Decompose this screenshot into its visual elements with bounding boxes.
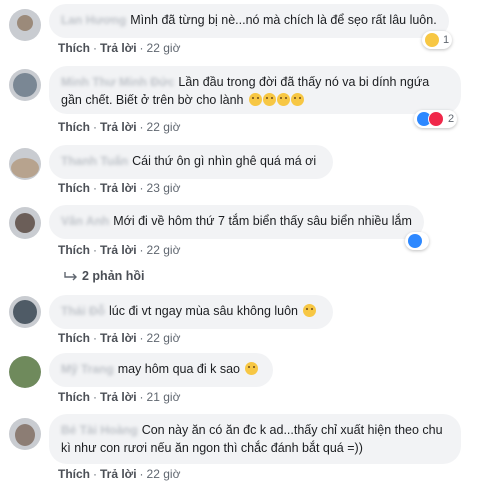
timestamp[interactable]: 22 giờ <box>147 243 181 257</box>
avatar[interactable] <box>9 9 41 41</box>
reaction-count: 1 <box>443 34 450 46</box>
commenter-name[interactable]: Bé Tài Hoàng <box>61 423 138 437</box>
comment-actions: Thích · Trả lời · 22 giờ <box>58 120 181 134</box>
comment-actions: Thích · Trả lời · 22 giờ <box>58 331 181 345</box>
reply-link[interactable]: Trả lời <box>100 120 137 134</box>
reply-link[interactable]: Trả lời <box>100 181 137 195</box>
reaction-summary[interactable]: 1 <box>422 31 453 49</box>
replies-count: 2 phản hồi <box>82 269 145 283</box>
comment-bubble: Thái Đỗ lúc đi vt ngay mùa sâu không luôn <box>49 295 333 329</box>
avatar[interactable] <box>9 356 41 388</box>
sad-emoji-icon <box>303 304 317 317</box>
comment-actions: Thích · Trả lời · 23 giờ <box>58 181 181 195</box>
reaction-count: 2 <box>448 113 455 125</box>
reply-link[interactable]: Trả lời <box>100 243 137 257</box>
view-replies-link[interactable]: 2 phản hồi <box>64 269 145 283</box>
avatar[interactable] <box>9 148 41 180</box>
comment-actions: Thích · Trả lời · 22 giờ <box>58 41 181 55</box>
like-link[interactable]: Thích <box>58 120 90 134</box>
comment-text: may hôm qua đi k sao <box>117 362 240 376</box>
commenter-name[interactable]: Vân Anh <box>61 214 109 228</box>
timestamp[interactable]: 22 giờ <box>147 467 181 481</box>
wow-reaction-icon <box>425 33 439 47</box>
comment-bubble: Thanh Tuấn Cái thứ ôn gì nhìn ghê quá má … <box>49 145 333 179</box>
like-link[interactable]: Thích <box>58 243 90 257</box>
reply-link[interactable]: Trả lời <box>100 331 137 345</box>
avatar[interactable] <box>9 418 41 450</box>
avatar[interactable] <box>9 296 41 328</box>
avatar[interactable] <box>9 207 41 239</box>
comment-actions: Thích · Trả lời · 22 giờ <box>58 467 181 481</box>
tired-emoji-icon <box>276 93 290 106</box>
like-link[interactable]: Thích <box>58 181 90 195</box>
comment-actions: Thích · Trả lời · 21 giờ <box>58 390 181 404</box>
reply-link[interactable]: Trả lời <box>100 41 137 55</box>
reaction-summary[interactable] <box>405 232 429 250</box>
like-link[interactable]: Thích <box>58 331 90 345</box>
timestamp[interactable]: 22 giờ <box>147 41 181 55</box>
comment-bubble: Vân Anh Mới đi về hôm thứ 7 tắm biển thấy… <box>49 205 424 239</box>
like-link[interactable]: Thích <box>58 41 90 55</box>
reply-arrow-icon <box>64 272 77 281</box>
comment-bubble: Minh Thư Minh Đức Lần đầu trong đời đã th… <box>49 66 461 114</box>
reaction-summary[interactable]: 2 <box>414 110 458 128</box>
comment-bubble: Lan Hương Mình đã từng bị nè...nó mà chíc… <box>49 4 449 38</box>
timestamp[interactable]: 23 giờ <box>147 181 181 195</box>
commenter-name[interactable]: Lan Hương <box>61 13 126 27</box>
comment-text: lúc đi vt ngay mùa sâu không luôn <box>109 304 299 318</box>
commenter-name[interactable]: Minh Thư Minh Đức <box>61 75 174 89</box>
tired-emoji-icon <box>262 93 276 106</box>
avatar[interactable] <box>9 69 41 101</box>
comment-bubble: Bé Tài Hoàng Con này ăn có ăn đc k ad...t… <box>49 414 461 464</box>
comment-actions: Thích · Trả lời · 22 giờ <box>58 243 181 257</box>
commenter-name[interactable]: Thanh Tuấn <box>61 154 128 168</box>
commenter-name[interactable]: Thái Đỗ <box>61 304 105 318</box>
grimace-emoji-icon <box>290 93 304 106</box>
love-reaction-icon <box>428 111 444 127</box>
comment-text: Mới đi về hôm thứ 7 tắm biển thấy sâu bi… <box>113 214 412 228</box>
reply-link[interactable]: Trả lời <box>100 390 137 404</box>
sad-emoji-icon <box>248 93 262 106</box>
timestamp[interactable]: 21 giờ <box>147 390 181 404</box>
timestamp[interactable]: 22 giờ <box>147 120 181 134</box>
commenter-name[interactable]: Mỹ Trang <box>61 362 114 376</box>
timestamp[interactable]: 22 giờ <box>147 331 181 345</box>
like-reaction-icon <box>408 234 422 248</box>
like-link[interactable]: Thích <box>58 390 90 404</box>
comment-text: Mình đã từng bị nè...nó mà chích là để s… <box>130 13 437 27</box>
like-link[interactable]: Thích <box>58 467 90 481</box>
comment-bubble: Mỹ Trang may hôm qua đi k sao <box>49 353 273 387</box>
comment-text: Cái thứ ôn gì nhìn ghê quá má ơi <box>132 154 317 168</box>
reply-link[interactable]: Trả lời <box>100 467 137 481</box>
surprised-emoji-icon <box>245 362 259 375</box>
